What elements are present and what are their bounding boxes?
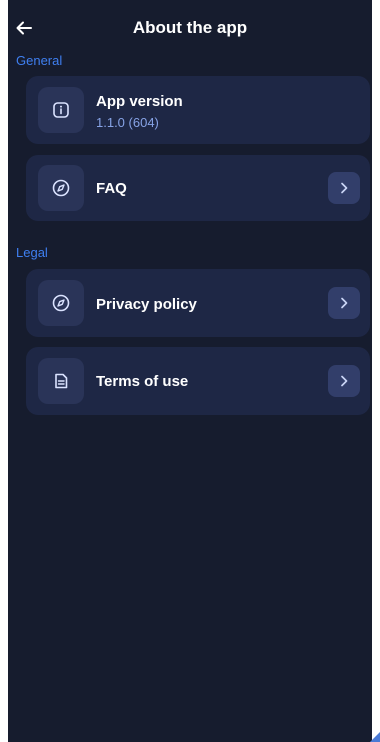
section-label-legal: Legal xyxy=(16,245,48,260)
app-version-icon-box xyxy=(38,87,84,133)
faq-chevron-button[interactable] xyxy=(328,172,360,204)
section-label-general: General xyxy=(16,53,63,68)
terms-icon-box xyxy=(38,358,84,404)
compass-icon xyxy=(52,179,70,197)
compass-icon xyxy=(52,294,70,312)
terms-of-use-label: Terms of use xyxy=(96,373,189,390)
info-icon xyxy=(53,102,69,118)
privacy-chevron-button[interactable] xyxy=(328,287,360,319)
privacy-policy-label: Privacy policy xyxy=(96,296,197,313)
faq-label: FAQ xyxy=(96,180,127,197)
privacy-policy-item[interactable]: Privacy policy xyxy=(26,269,370,337)
terms-of-use-item[interactable]: Terms of use xyxy=(26,347,370,415)
header: About the app xyxy=(8,10,372,46)
faq-icon-box xyxy=(38,165,84,211)
corner-marker xyxy=(370,732,380,742)
document-icon xyxy=(55,373,68,389)
chevron-right-icon xyxy=(341,182,348,194)
chevron-right-icon xyxy=(341,375,348,387)
page-title: About the app xyxy=(132,18,248,37)
faq-item[interactable]: FAQ xyxy=(26,155,370,221)
app-version-card: App version 1.1.0 (604) xyxy=(26,76,370,144)
chevron-right-icon xyxy=(341,297,348,309)
app-version-label: App version xyxy=(96,93,183,110)
about-screen: About the app General App version 1.1.0 … xyxy=(8,0,372,742)
terms-chevron-button[interactable] xyxy=(328,365,360,397)
privacy-icon-box xyxy=(38,280,84,326)
app-version-value: 1.1.0 (604) xyxy=(96,115,159,130)
